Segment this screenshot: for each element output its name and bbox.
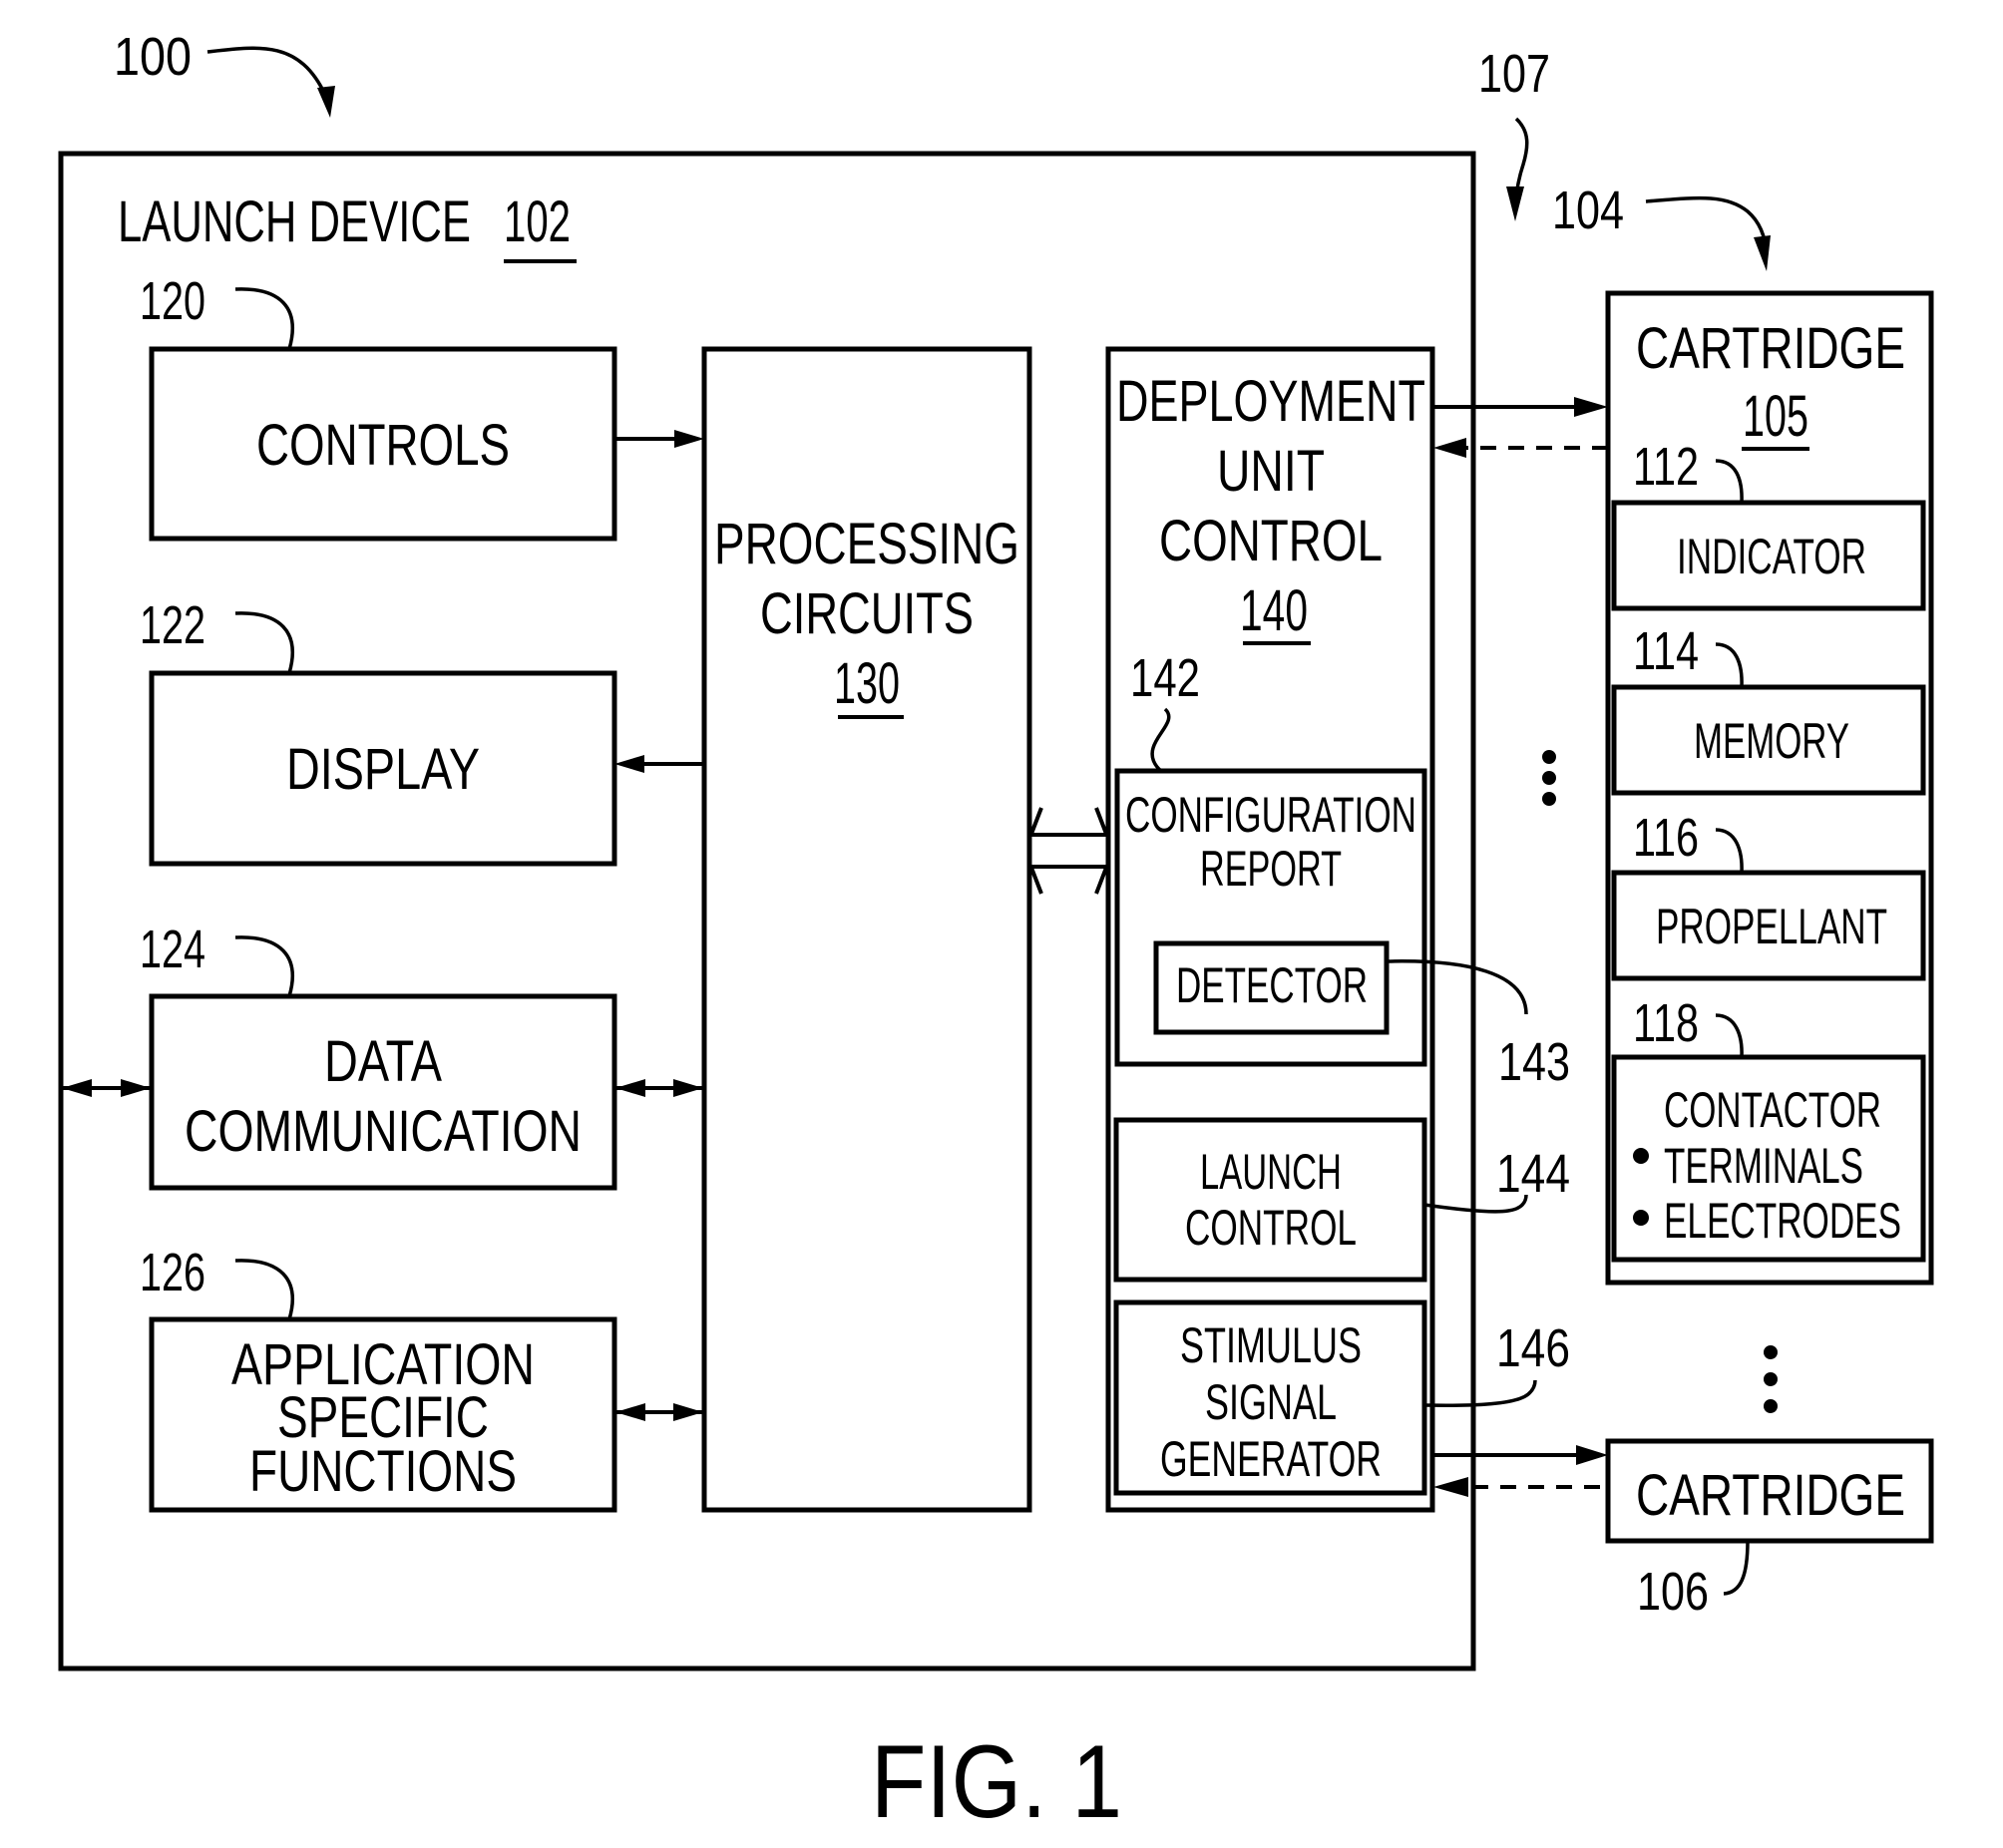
system-ref-arrowhead (317, 86, 335, 118)
cartridge-105-ref: 105 (1743, 384, 1808, 449)
interface-ref-107: 107 (1478, 44, 1550, 104)
memory-ref: 114 (1633, 621, 1699, 681)
data-communication-line-1: DATA (324, 1029, 442, 1094)
data-communication-line-2: COMMUNICATION (185, 1099, 582, 1164)
launch-control-ref: 144 (1496, 1144, 1570, 1204)
stimulus-line-3: GENERATOR (1160, 1431, 1382, 1487)
cartridge-106-leader (1723, 1540, 1750, 1596)
deployment-unit-control-line-1: DEPLOYMENT (1116, 369, 1425, 434)
launch-control-line-1: LAUNCH (1200, 1144, 1342, 1200)
contactor-title: CONTACTOR (1664, 1082, 1881, 1138)
stimulus-line-2: SIGNAL (1205, 1374, 1337, 1430)
ellipsis-dot (1542, 750, 1556, 764)
configuration-report-line-2: REPORT (1200, 841, 1342, 897)
controls-ref: 120 (140, 271, 205, 331)
ellipsis-below-cartridge-105 (1764, 1345, 1778, 1413)
configuration-report-ref: 142 (1130, 648, 1200, 708)
contactor-bullet-electrodes: ELECTRODES (1664, 1193, 1901, 1249)
detector-label: DETECTOR (1176, 957, 1368, 1013)
data-communication-ref: 124 (140, 920, 205, 979)
contactor-bullet-2 (1633, 1210, 1649, 1226)
cartridge-group-ref-104-arrow (1645, 195, 1769, 255)
ellipsis-dot (1764, 1399, 1778, 1413)
detector-ref: 143 (1498, 1032, 1570, 1092)
controls-label: CONTROLS (256, 413, 510, 478)
cartridge-106-ref: 106 (1637, 1562, 1709, 1622)
memory-label: MEMORY (1694, 713, 1849, 769)
ellipsis-dot (1764, 1372, 1778, 1386)
application-functions-line-3: FUNCTIONS (249, 1439, 517, 1504)
processing-circuits-ref: 130 (834, 651, 900, 716)
display-label: DISPLAY (286, 737, 480, 802)
contactor-bullet-terminals: TERMINALS (1664, 1138, 1863, 1194)
ellipsis-between-cartridge-groups (1542, 750, 1556, 806)
configuration-report-line-1: CONFIGURATION (1125, 787, 1416, 843)
deployment-to-cartridge-105-arrowhead (1574, 397, 1608, 417)
ellipsis-dot (1764, 1345, 1778, 1359)
deployment-unit-control-line-3: CONTROL (1159, 509, 1383, 573)
stimulus-to-cartridge-106-arrowhead (1576, 1445, 1608, 1465)
propellant-label: PROPELLANT (1656, 899, 1887, 954)
indicator-label: INDICATOR (1677, 529, 1866, 584)
launch-device-ref: 102 (504, 189, 571, 254)
indicator-ref: 112 (1633, 437, 1699, 497)
propellant-ref: 116 (1633, 808, 1699, 868)
deployment-unit-control-ref: 140 (1240, 578, 1308, 643)
launch-device-title: LAUNCH DEVICE (118, 189, 471, 254)
ellipsis-dot (1542, 792, 1556, 806)
processing-circuits-line-1: PROCESSING (714, 512, 1019, 576)
contactor-ref: 118 (1633, 993, 1699, 1053)
stimulus-line-1: STIMULUS (1180, 1317, 1362, 1373)
launch-control-line-2: CONTROL (1185, 1200, 1357, 1256)
stimulus-ref: 146 (1496, 1318, 1570, 1378)
cartridge-106-title: CARTRIDGE (1636, 1463, 1905, 1528)
deployment-unit-control-line-2: UNIT (1217, 439, 1325, 504)
cartridge-group-ref-104: 104 (1552, 181, 1624, 240)
processing-circuits-line-2: CIRCUITS (760, 581, 974, 646)
system-ref-label: 100 (114, 27, 192, 87)
display-ref: 122 (140, 595, 205, 655)
cartridge-group-ref-104-arrowhead (1754, 235, 1771, 271)
application-functions-ref: 126 (140, 1243, 205, 1302)
system-ref-arrow (206, 46, 327, 96)
contactor-bullet-1 (1633, 1148, 1649, 1164)
patent-figure-canvas: 100 LAUNCH DEVICE 102 120 CONTROLS 122 D… (58, 27, 1934, 1840)
cartridge-105-title: CARTRIDGE (1636, 316, 1905, 381)
figure-caption: FIG. 1 (871, 1724, 1122, 1840)
ellipsis-dot (1542, 771, 1556, 785)
interface-ref-107-arrowhead (1506, 186, 1524, 221)
